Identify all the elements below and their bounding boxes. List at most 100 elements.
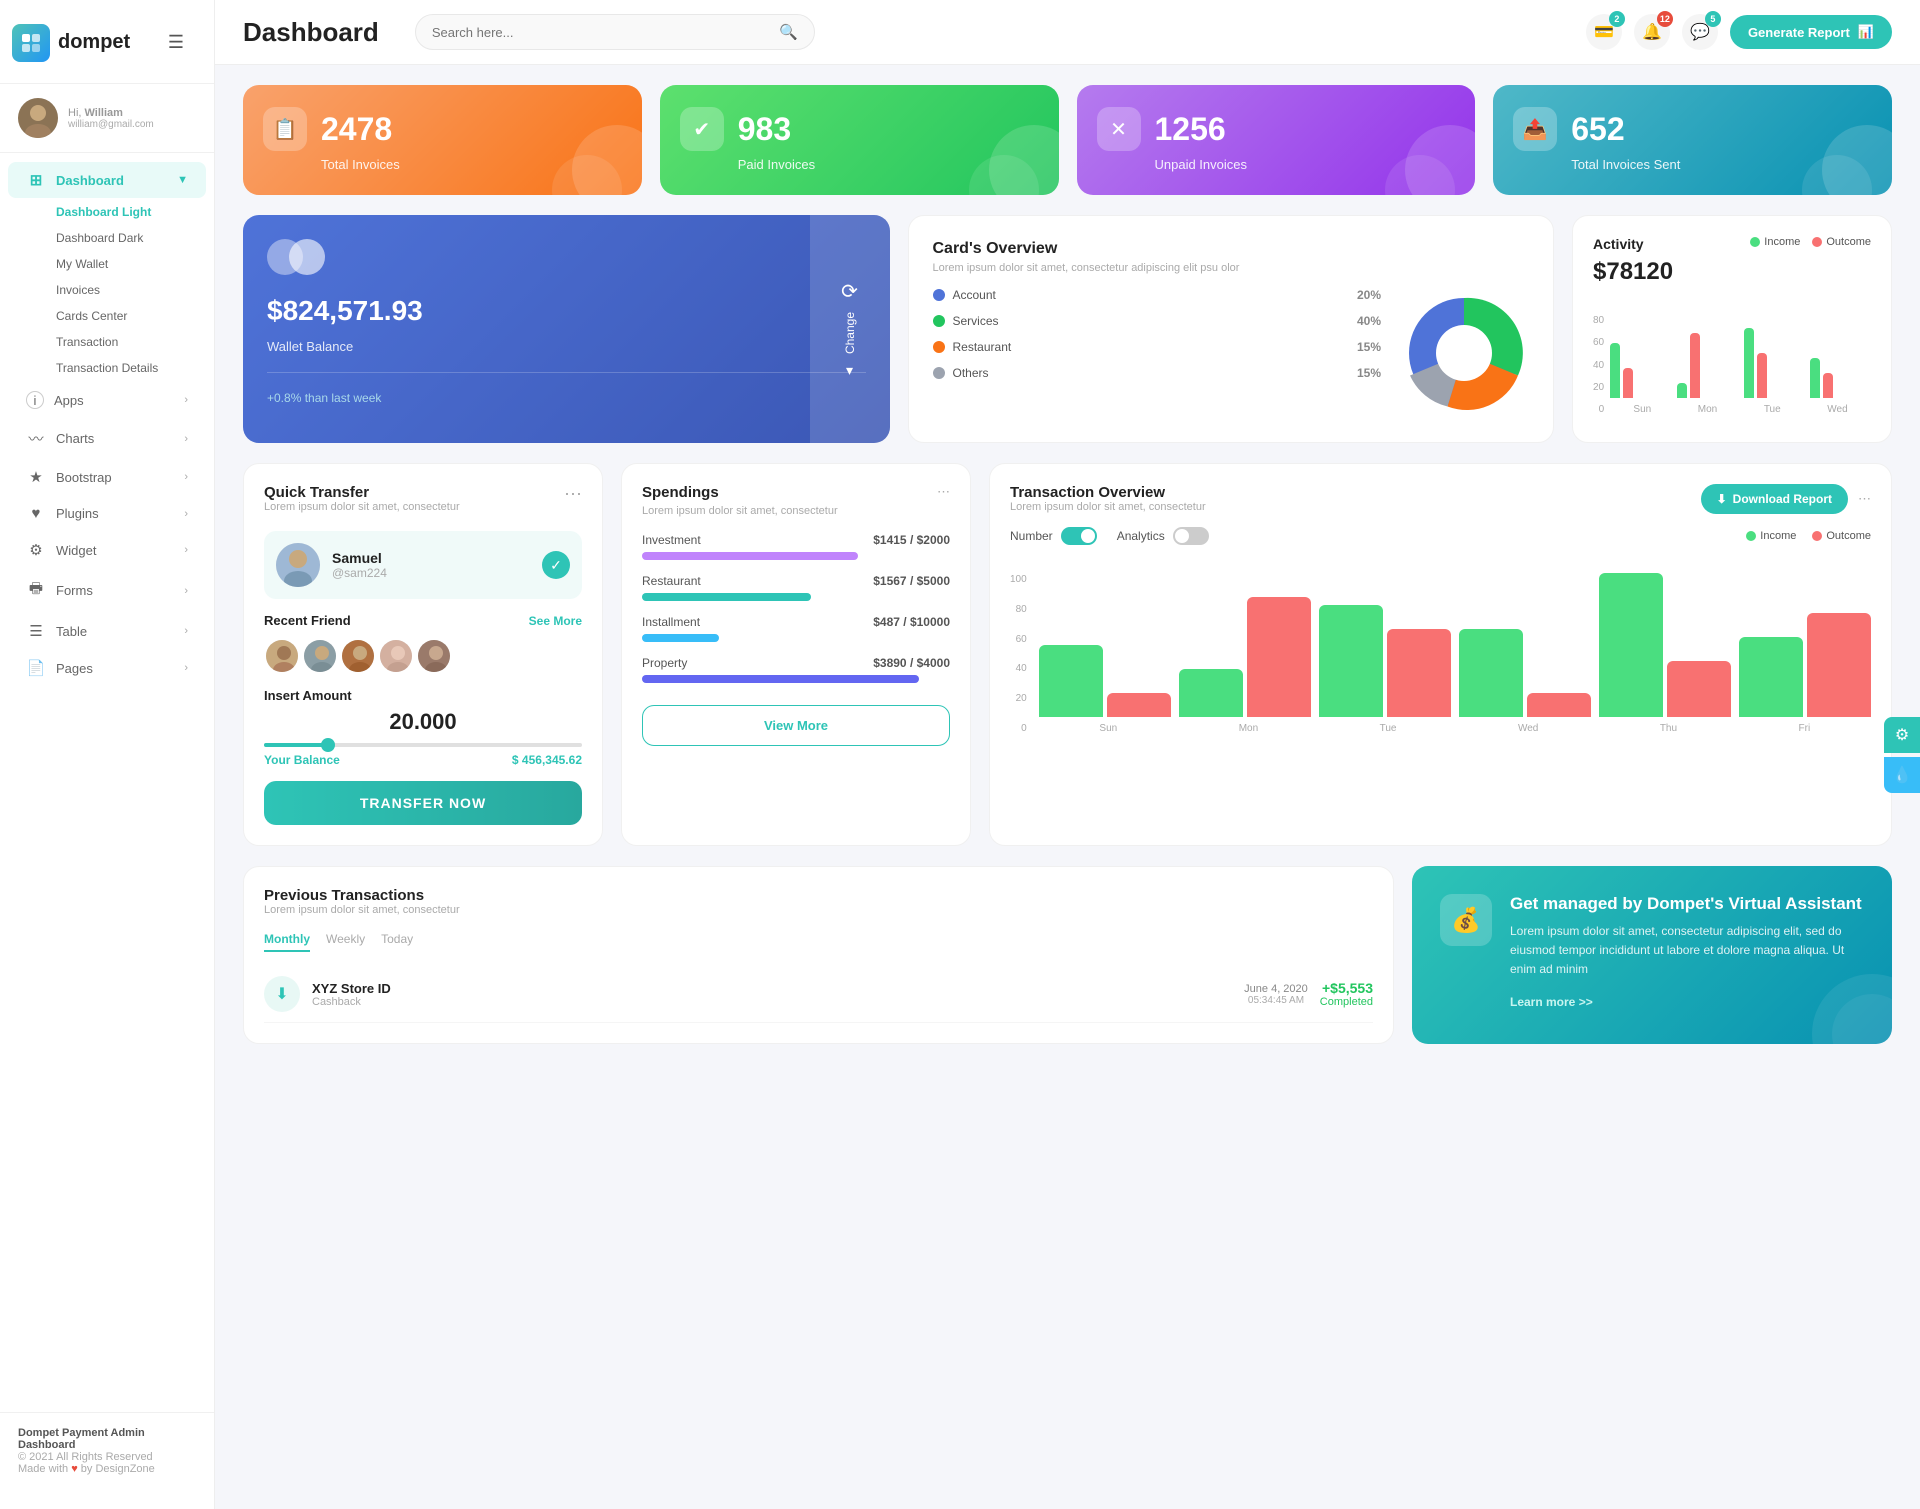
sidebar-item-table-label: Table — [56, 624, 87, 639]
submenu-item-transaction[interactable]: Transaction — [46, 329, 214, 355]
income-bar-mon — [1677, 383, 1687, 398]
card-overview-chart — [1399, 288, 1529, 418]
bar-group-sun — [1610, 343, 1671, 398]
tab-monthly[interactable]: Monthly — [264, 932, 310, 952]
legend-services: Services 40% — [933, 314, 1382, 328]
see-more-link[interactable]: See More — [529, 614, 582, 628]
quick-transfer-card: Quick Transfer Lorem ipsum dolor sit ame… — [243, 463, 603, 846]
search-bar[interactable]: 🔍 — [415, 14, 815, 50]
change-button[interactable]: ⟳ Change ▾ — [810, 215, 890, 443]
analytics-toggle-wrap: Analytics — [1117, 527, 1209, 545]
to-income-tue — [1319, 605, 1383, 717]
dashboard-icon: ⊞ — [26, 171, 46, 189]
activity-chart: 806040200 — [1593, 298, 1871, 415]
submenu-item-dashboard-light[interactable]: Dashboard Light — [46, 199, 214, 225]
sidebar-item-forms-label: Forms — [56, 583, 93, 598]
search-input[interactable] — [432, 25, 771, 40]
generate-report-button[interactable]: Generate Report 📊 — [1730, 15, 1892, 49]
wallet-button[interactable]: 💳 2 — [1586, 14, 1622, 50]
sp-bar-installment — [642, 634, 719, 642]
qt-amount: 20.000 — [264, 709, 582, 735]
friend-avatar-1[interactable] — [264, 638, 300, 674]
download-report-button[interactable]: ⬇ Download Report — [1701, 484, 1848, 514]
sp-desc: Lorem ipsum dolor sit amet, consectetur — [642, 505, 950, 517]
legend-pct-services: 40% — [1357, 314, 1381, 328]
user-name: William — [85, 107, 123, 119]
label-wed: Wed — [1827, 404, 1847, 415]
va-title: Get managed by Dompet's Virtual Assistan… — [1510, 894, 1864, 914]
analytics-toggle-knob — [1175, 529, 1189, 543]
sidebar-item-apps[interactable]: i Apps › — [8, 382, 206, 418]
view-more-button[interactable]: View More — [642, 705, 950, 746]
download-icon: ⬇ — [1717, 492, 1727, 506]
paid-invoices-icon: ✔ — [680, 107, 724, 151]
chat-button[interactable]: 💬 5 — [1682, 14, 1718, 50]
sidebar-item-bootstrap[interactable]: ★ Bootstrap › — [8, 459, 206, 495]
water-drop-button[interactable]: 💧 — [1884, 757, 1920, 793]
bootstrap-icon: ★ — [26, 468, 46, 486]
bell-button[interactable]: 🔔 12 — [1634, 14, 1670, 50]
sidebar-item-table[interactable]: ☰ Table › — [8, 613, 206, 649]
number-toggle-wrap: Number — [1010, 527, 1097, 545]
legend-dot-others — [933, 367, 945, 379]
sidebar-item-apps-label: Apps — [54, 393, 84, 408]
friend-avatar-5[interactable] — [416, 638, 452, 674]
activity-bars-area: Sun Mon Tue Wed — [1610, 298, 1871, 415]
submenu-item-dashboard-dark[interactable]: Dashboard Dark — [46, 225, 214, 251]
legend-account: Account 20% — [933, 288, 1382, 302]
qt-menu-icon[interactable]: ⋯ — [564, 484, 582, 505]
activity-amount: $78120 — [1593, 258, 1871, 286]
to-menu-icon[interactable]: ⋯ — [1858, 491, 1871, 507]
outcome-bar-sun — [1623, 368, 1633, 398]
income-legend: Income — [1750, 236, 1800, 248]
sidebar-item-forms[interactable]: 🖶 Forms › — [8, 569, 206, 612]
submenu-item-invoices[interactable]: Invoices — [46, 277, 214, 303]
to-label-tue: Tue — [1380, 723, 1397, 734]
apps-icon: i — [26, 391, 44, 409]
friend-avatar-2[interactable] — [302, 638, 338, 674]
amount-slider[interactable] — [264, 743, 582, 747]
outcome-bar-tue — [1757, 353, 1767, 398]
content: 📋 2478 Total Invoices ✔ 983 Paid Invoice… — [215, 65, 1920, 1509]
legend-name-others: Others — [953, 366, 1349, 380]
friend-avatar-3[interactable] — [340, 638, 376, 674]
transfer-now-button[interactable]: TRANSFER NOW — [264, 781, 582, 825]
pages-icon: 📄 — [26, 659, 46, 677]
sidebar-item-pages[interactable]: 📄 Pages › — [8, 650, 206, 686]
sp-menu-icon[interactable]: ⋯ — [937, 484, 950, 501]
submenu-item-my-wallet[interactable]: My Wallet — [46, 251, 214, 277]
chevron-down-icon: ▼ — [177, 174, 188, 186]
submenu-item-cards-center[interactable]: Cards Center — [46, 303, 214, 329]
sidebar-item-charts[interactable]: 〰 Charts › — [8, 419, 206, 458]
sidebar-item-plugins[interactable]: ♥ Plugins › — [8, 496, 206, 531]
prev-header: Previous Transactions Lorem ipsum dolor … — [264, 887, 1373, 928]
sidebar-item-widget[interactable]: ⚙ Widget › — [8, 532, 206, 568]
tx-amount: +$5,553 — [1320, 980, 1373, 996]
to-chart-legend: Income Outcome — [1746, 530, 1871, 542]
bar-group-tue — [1744, 328, 1805, 398]
va-learn-more-link[interactable]: Learn more >> — [1510, 995, 1593, 1009]
hamburger-icon[interactable]: ☰ — [150, 14, 202, 71]
analytics-toggle[interactable] — [1173, 527, 1209, 545]
income-dot — [1750, 237, 1760, 247]
qt-person: Samuel @sam224 ✓ — [264, 531, 582, 599]
tab-weekly[interactable]: Weekly — [326, 932, 365, 952]
sidebar-item-pages-label: Pages — [56, 661, 93, 676]
tx-info: XYZ Store ID Cashback — [312, 981, 1232, 1008]
table-icon: ☰ — [26, 622, 46, 640]
bar-group-wed — [1810, 358, 1871, 398]
settings-button[interactable]: ⚙ — [1884, 717, 1920, 753]
submenu-item-transaction-details[interactable]: Transaction Details — [46, 355, 214, 381]
to-desc: Lorem ipsum dolor sit amet, consectetur — [1010, 501, 1206, 513]
sidebar-footer: Dompet Payment Admin Dashboard © 2021 Al… — [0, 1412, 214, 1489]
to-outcome-wed — [1527, 693, 1591, 717]
number-toggle[interactable] — [1061, 527, 1097, 545]
to-chart-area: 100806040200 — [1010, 557, 1871, 734]
tab-today[interactable]: Today — [381, 932, 413, 952]
legend-name-restaurant: Restaurant — [953, 340, 1349, 354]
sidebar-menu: ⊞ Dashboard ▼ Dashboard Light Dashboard … — [0, 153, 214, 1412]
to-income-wed — [1459, 629, 1523, 717]
sidebar-item-dashboard[interactable]: ⊞ Dashboard ▼ — [8, 162, 206, 198]
friend-avatar-4[interactable] — [378, 638, 414, 674]
sp-bar-restaurant — [642, 593, 811, 601]
